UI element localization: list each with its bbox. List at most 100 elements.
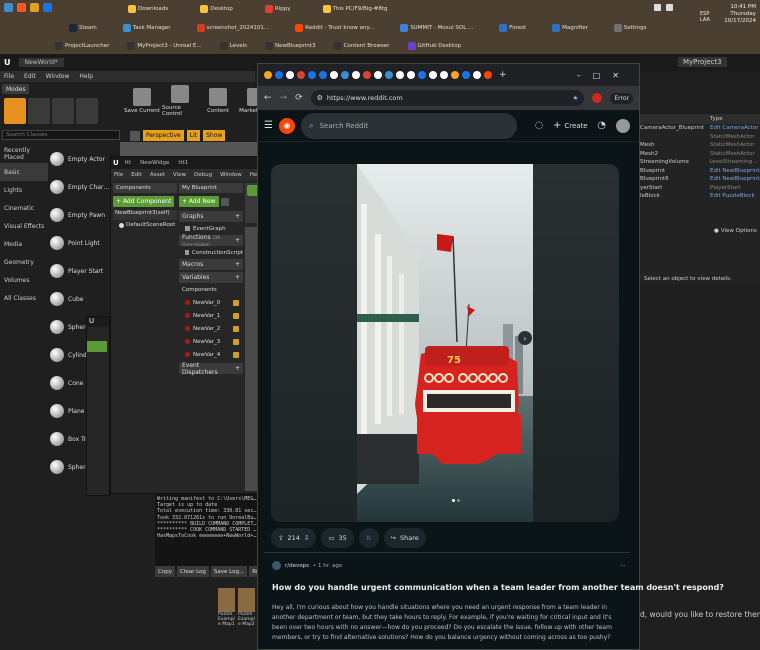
subreddit-name[interactable]: r/devops — [285, 563, 309, 569]
construction-script-item[interactable]: ConstructionScript — [179, 246, 243, 259]
plus-icon[interactable]: + — [235, 365, 240, 372]
components-subsection[interactable]: Components — [179, 283, 243, 296]
content-item[interactable]: Puzzle Example Map2 — [238, 588, 255, 648]
pinned-app-icon[interactable] — [4, 3, 13, 12]
browser-tab-icon[interactable] — [275, 71, 283, 79]
create-button[interactable]: + Create — [553, 120, 588, 131]
volume-icon[interactable] — [654, 4, 661, 11]
plus-icon[interactable]: + — [235, 237, 240, 244]
taskbar-app[interactable]: Magnifier — [549, 21, 591, 35]
carousel-dot-active[interactable] — [452, 499, 455, 502]
pinned-app-icon[interactable] — [17, 3, 26, 12]
category-item[interactable]: Geometry — [0, 253, 48, 271]
profile-icon[interactable] — [592, 93, 603, 103]
taskbar-app[interactable]: Reddit - Trust know any... — [292, 21, 377, 35]
taskbar-app[interactable]: Levels — [217, 39, 250, 53]
lit-button[interactable]: Lit — [186, 130, 201, 141]
log-button[interactable]: Copy — [155, 566, 175, 577]
taskbar-app[interactable]: Rippy — [262, 2, 294, 16]
outliner-row[interactable]: leBlock Edit PuzzleBlock — [638, 192, 760, 201]
taskbar-app[interactable]: NewBlueprint3 — [262, 39, 319, 53]
visibility-eye-icon[interactable] — [233, 338, 239, 345]
category-item[interactable]: Lights — [0, 181, 48, 199]
reload-icon[interactable]: ⟳ — [295, 93, 303, 103]
actor-type[interactable]: Edit NewBlueprint — [710, 176, 760, 182]
toolbar-button[interactable]: Source Control — [162, 85, 198, 117]
add-new-button[interactable]: + Add New — [179, 196, 219, 207]
browser-tab-icon[interactable] — [440, 71, 448, 79]
show-button[interactable]: Show — [203, 130, 226, 141]
pinned-app-icon[interactable] — [43, 3, 52, 12]
browser-tab-icon[interactable] — [319, 71, 327, 79]
outliner-row[interactable]: Mesh StaticMeshActor — [638, 141, 760, 150]
bp-menu-item[interactable]: File — [114, 172, 123, 178]
browser-tab-icon[interactable] — [286, 71, 294, 79]
browser-tab-icon[interactable] — [363, 71, 371, 79]
category-item[interactable]: Volumes — [0, 271, 48, 289]
chat-icon[interactable]: ◌ — [531, 118, 547, 134]
taskbar-app[interactable]: Content Browser — [331, 39, 393, 53]
toolbar-button[interactable]: Content — [200, 88, 236, 114]
functions-section[interactable]: Functions (38 Overridable) + — [179, 234, 243, 248]
my-blueprint-tab[interactable]: My Blueprint — [179, 183, 243, 193]
graphs-section[interactable]: Graphs + — [179, 211, 243, 222]
taskbar-app[interactable]: Desktop — [197, 2, 236, 16]
browser-tab-icon[interactable] — [330, 71, 338, 79]
log-button[interactable]: Save Log... — [210, 566, 248, 577]
paint-mode-icon[interactable] — [28, 98, 50, 124]
event-dispatchers-section[interactable]: Event Dispatchers + — [179, 362, 243, 376]
upvote-icon[interactable]: ⇧ — [278, 534, 283, 542]
place-actor-item[interactable]: Empty Character — [48, 173, 110, 201]
share-button[interactable]: ↪ Share — [383, 528, 426, 548]
pinned-app-icon[interactable] — [30, 3, 39, 12]
avatar[interactable] — [615, 118, 630, 133]
browser-tab-icon[interactable] — [473, 71, 481, 79]
landscape-mode-icon[interactable] — [52, 98, 74, 124]
bp-tab[interactable]: ttt — [121, 157, 135, 169]
back-icon[interactable]: ← — [264, 93, 272, 103]
bp-menu-item[interactable]: Debug — [194, 172, 212, 178]
browser-tab-icon[interactable] — [297, 71, 305, 79]
bp-tab[interactable]: ttt1 — [175, 157, 192, 169]
variable-item[interactable]: NewVar_1 — [179, 309, 243, 322]
outliner-row[interactable]: Mesh2 StaticMeshActor — [638, 150, 760, 159]
plus-icon[interactable]: + — [235, 261, 240, 268]
actor-type[interactable]: Edit PuzzleBlock — [710, 193, 755, 199]
category-item[interactable]: Cinematic — [0, 199, 48, 217]
browser-tab-icon[interactable] — [451, 71, 459, 79]
category-item[interactable]: Basic — [0, 163, 48, 181]
content-item[interactable]: Puzzle Example Map1 — [218, 588, 235, 648]
outliner-row[interactable]: yerStart PlayerStart — [638, 184, 760, 193]
place-actor-item[interactable]: Empty Pawn — [48, 201, 110, 229]
next-image-icon[interactable]: › — [518, 331, 532, 345]
language-indicator[interactable]: ESP LAA — [700, 11, 710, 23]
category-item[interactable]: All Classes — [0, 289, 48, 307]
visibility-eye-icon[interactable] — [233, 351, 239, 358]
post-title[interactable]: How do you handle urgent communication w… — [272, 583, 724, 593]
variable-item[interactable]: NewVar_2 — [179, 322, 243, 335]
browser-tab-icon[interactable] — [352, 71, 360, 79]
toolbar-button[interactable]: Save Current — [124, 88, 160, 114]
bp-menu-item[interactable]: Edit — [131, 172, 142, 178]
variable-item[interactable]: NewVar_3 — [179, 335, 243, 348]
browser-tab-icon[interactable] — [407, 71, 415, 79]
macros-section[interactable]: Macros + — [179, 259, 243, 270]
category-item[interactable]: Visual Effects — [0, 217, 48, 235]
ue-menu-item[interactable]: Window — [46, 73, 70, 80]
bp-menu-item[interactable]: Asset — [150, 172, 165, 178]
place-actor-item[interactable]: Point Light — [48, 229, 110, 257]
viewport-menu-icon[interactable] — [130, 130, 140, 141]
comments-button[interactable]: ▭ 35 — [321, 528, 354, 548]
carousel-dot[interactable] — [457, 499, 460, 502]
outliner-row[interactable]: Blueprint Edit NewBlueprint — [638, 167, 760, 176]
taskbar-app[interactable]: Forest — [496, 21, 529, 35]
level-tab[interactable]: NewWorld* — [18, 58, 64, 67]
variable-item[interactable]: NewVar_4 — [179, 348, 243, 361]
taskbar-app[interactable]: GitHub Desktop — [405, 39, 465, 53]
place-actor-item[interactable]: Cube — [48, 285, 110, 313]
ue-menu-item[interactable]: Edit — [24, 73, 36, 80]
component-self[interactable]: NewBlueprint3(self) — [113, 210, 177, 220]
visibility-eye-icon[interactable] — [233, 299, 239, 306]
taskbar-app[interactable]: screenshot_2024101... — [194, 21, 273, 35]
place-actor-item[interactable]: Player Start — [48, 257, 110, 285]
